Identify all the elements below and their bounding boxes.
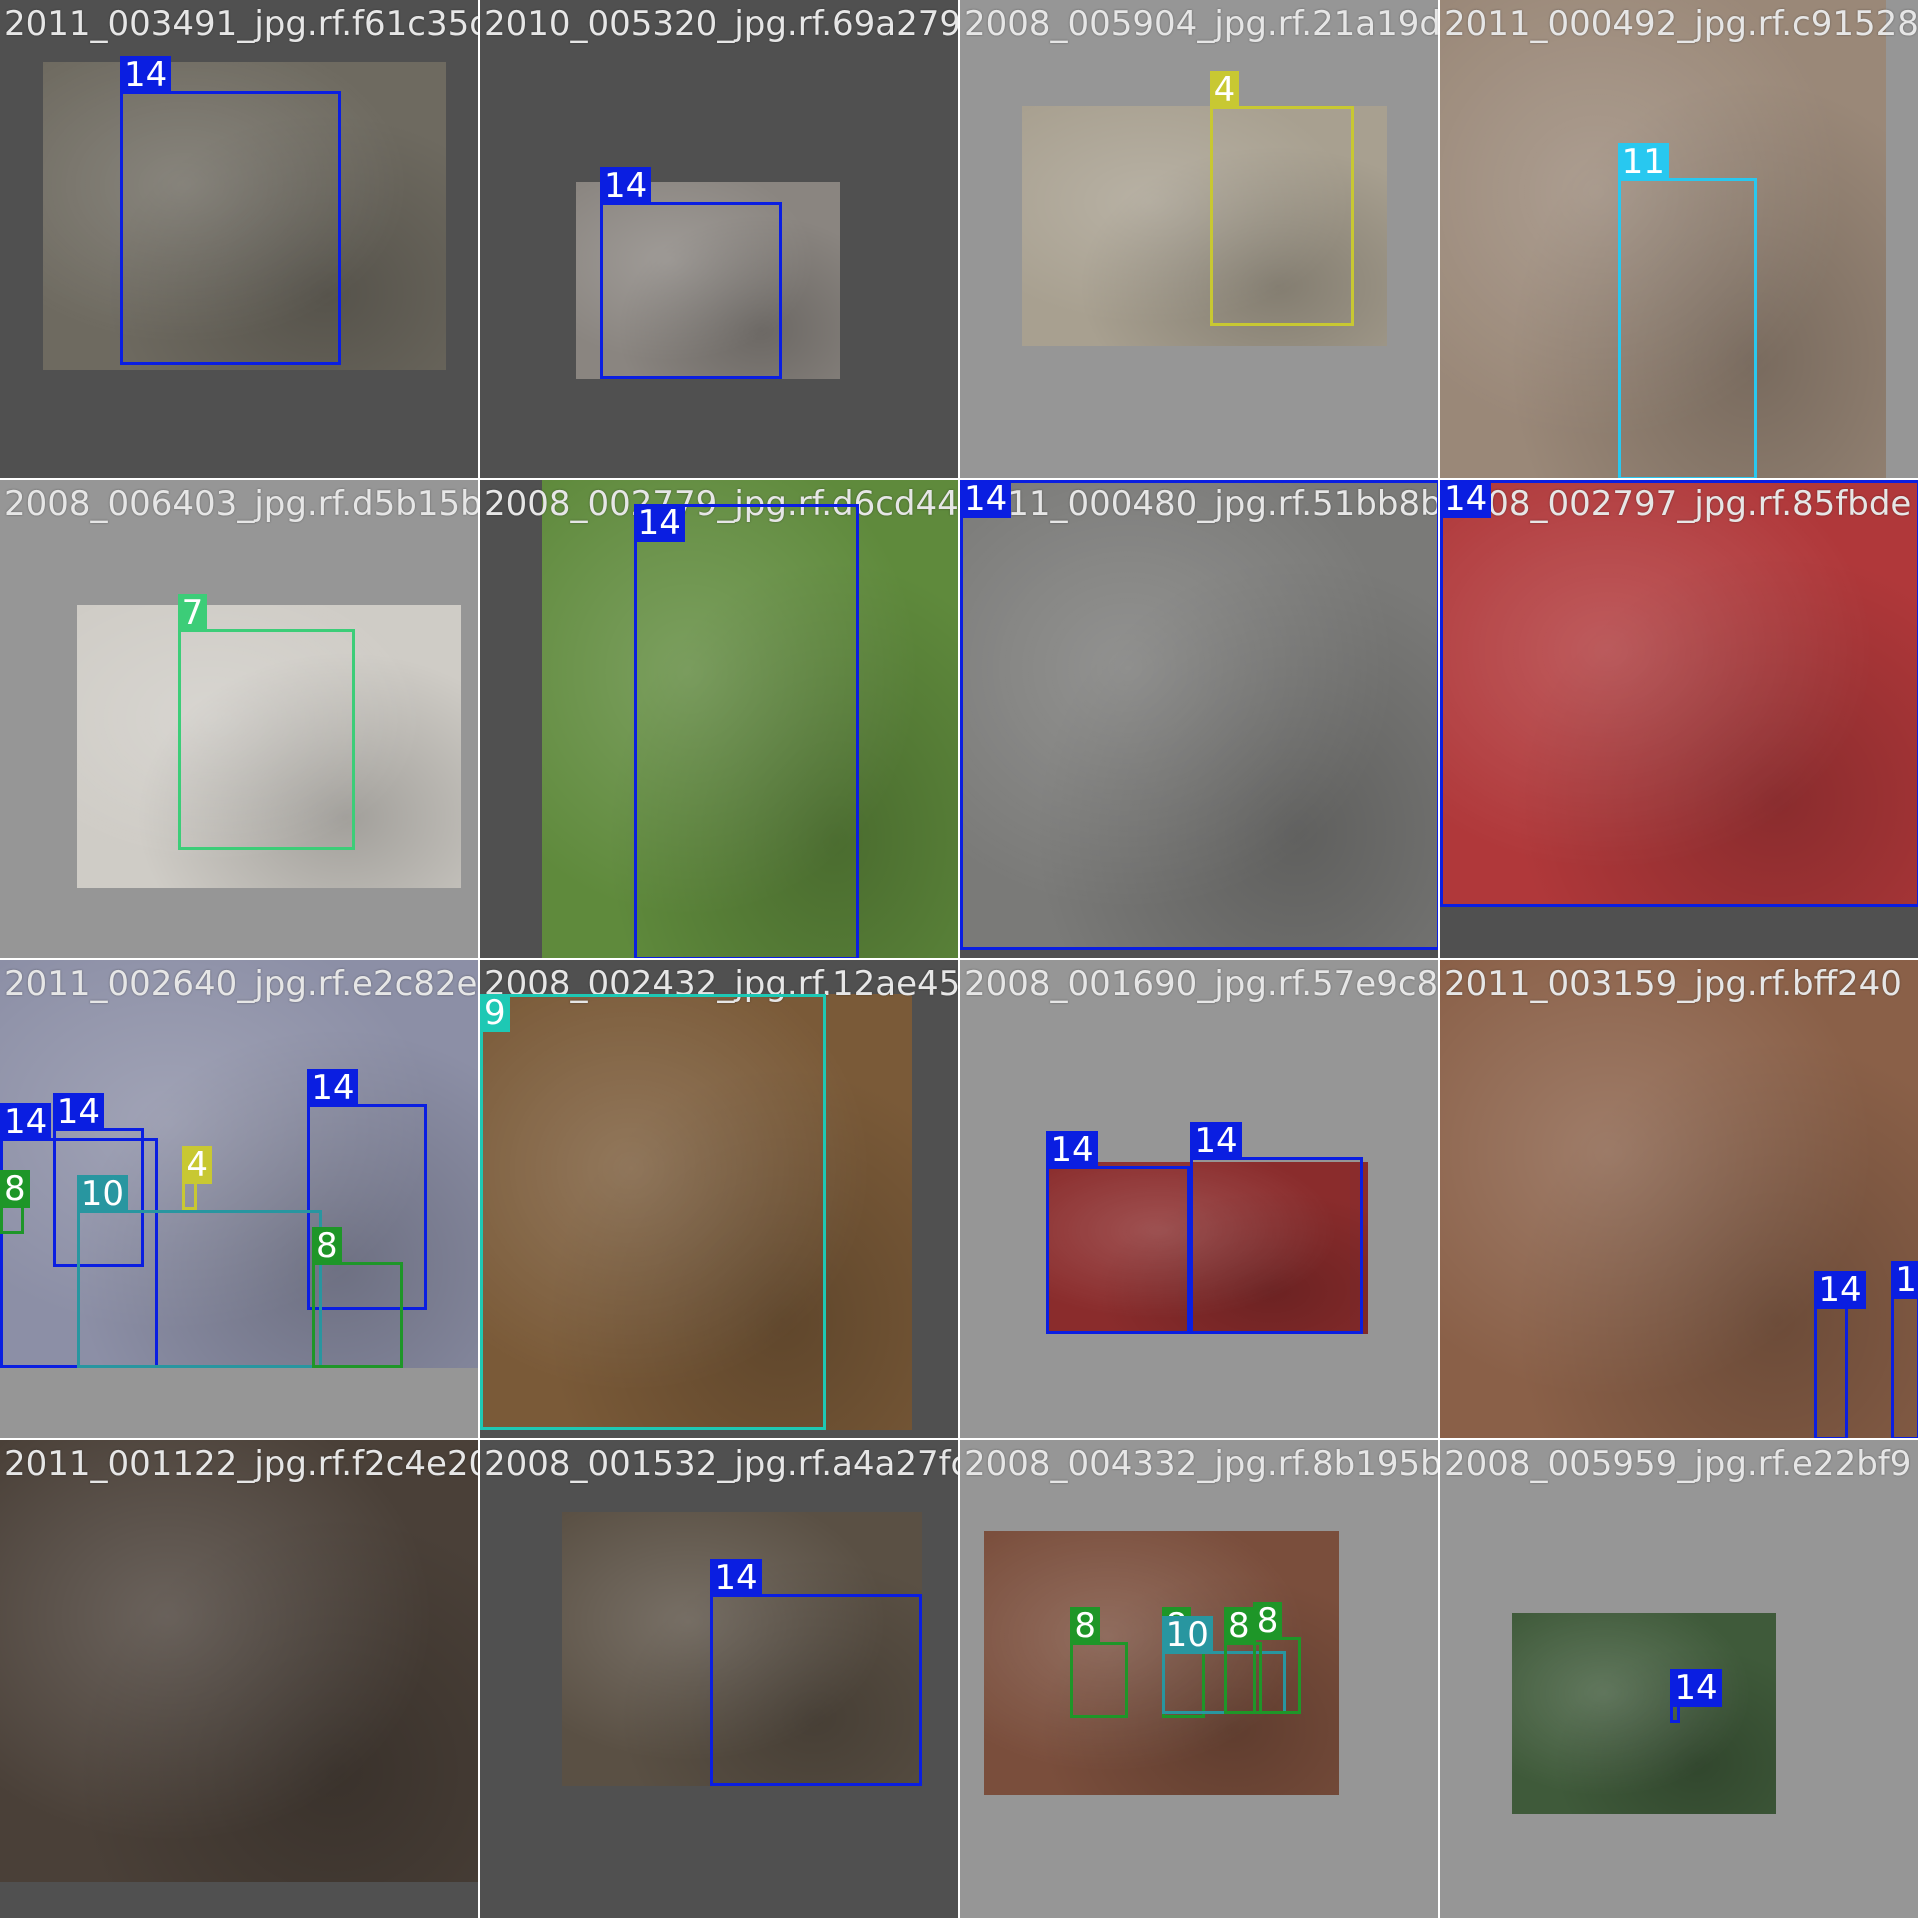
detection-box: 8 [1252,1601,1301,1714]
mosaic-tile: 2011_000492_jpg.rf.c91528 11 [1440,0,1920,480]
detection-box: 14 [633,504,860,958]
detection-class-label: 8 [312,1227,342,1266]
detection-box: 11 [1617,142,1757,478]
detection-box: 14 [600,166,783,380]
detection-box: 14 [1891,1261,1918,1438]
detection-class-label: 7 [177,593,208,632]
mosaic-tile: 2011_003491_jpg.rf.f61c35d 14 [0,0,480,480]
detection-box: 14 [960,480,1438,951]
detection-class-label: 14 [1440,480,1492,518]
detection-box: 8 [0,1169,30,1234]
tile-filename: 2011_001122_jpg.rf.f2c4e20 [4,1444,480,1484]
mosaic-tile: 2011_002640_jpg.rf.e2c82e 14 14 14 4 10 8 8 [0,960,480,1440]
detection-box: 7 [177,593,356,850]
detection-box: 14 [1190,1121,1364,1335]
tile-filename: 2008_004332_jpg.rf.8b195b [964,1444,1440,1484]
mosaic-tile: 2008_005904_jpg.rf.21a19d 4 [960,0,1440,480]
mosaic-tile: 2008_001532_jpg.rf.a4a27fc 14 [480,1440,960,1920]
detection-class-label: 14 [600,166,652,205]
detection-box: 14 [1670,1669,1722,1724]
detection-class-label: 10 [76,1174,129,1213]
mosaic-tile: 2008_002797_jpg.rf.85fbde 14 [1440,480,1920,960]
detection-class-label: 8 [1070,1606,1101,1645]
detection-box: 14 [1046,1131,1191,1335]
mosaic-tile: 2011_001122_jpg.rf.f2c4e20 [0,1440,480,1920]
detection-box: 9 [480,993,826,1431]
detection-class-label: 8 [0,1169,30,1208]
detection-class-label: 14 [0,1102,52,1141]
tile-filename: 2008_005904_jpg.rf.21a19d [964,4,1440,44]
detection-box: 8 [1070,1606,1128,1719]
detection-class-label: 14 [1046,1131,1098,1170]
tile-photo [0,1440,478,1882]
detection-class-label: 14 [710,1558,762,1597]
detection-class-label: 14 [120,56,172,95]
tile-photo [1440,960,1918,1438]
mosaic-tile: 2011_000480_jpg.rf.51bb8b 14 [960,480,1440,960]
mosaic-tile: 2008_004332_jpg.rf.8b195b881088 [960,1440,1440,1920]
tile-filename: 2008_001532_jpg.rf.a4a27fc [484,1444,960,1484]
tile-filename: 2008_006403_jpg.rf.d5b15b [4,484,480,524]
detection-class-label: 14 [633,504,685,542]
mosaic-tile: 2008_006403_jpg.rf.d5b15b 7 [0,480,480,960]
mosaic-tile: 2008_002779_jpg.rf.d6cd44 14 [480,480,960,960]
mosaic-grid: 2011_003491_jpg.rf.f61c35d 14 2010_005320_… [0,0,1920,1920]
detection-class-label: 14 [52,1093,105,1131]
tile-filename: 2011_003491_jpg.rf.f61c35d [4,4,480,44]
detection-box: 4 [1209,70,1354,327]
mosaic-tile: 2008_005959_jpg.rf.e22bf9 14 [1440,1440,1920,1920]
tile-filename: 2008_005959_jpg.rf.e22bf9 [1444,1444,1912,1484]
tile-filename: 2011_003159_jpg.rf.bff240 [1444,964,1902,1004]
tile-filename: 2011_000492_jpg.rf.c91528 [1444,4,1919,44]
detection-class-label: 8 [1252,1601,1283,1640]
detection-class-label: 14 [960,480,1012,518]
detection-class-label: 14 [1670,1669,1722,1707]
detection-class-label: 9 [480,993,510,1032]
detection-box: 4 [182,1145,213,1210]
detection-box: 14 [710,1558,922,1786]
detection-class-label: 14 [1891,1261,1918,1299]
mosaic-tile: 2008_002432_jpg.rf.12ae45 9 [480,960,960,1440]
tile-filename: 2010_005320_jpg.rf.69a2794 [484,4,960,44]
mosaic-tile: 2010_005320_jpg.rf.69a2794 14 [480,0,960,480]
detection-box: 8 [312,1227,404,1368]
tile-filename: 2008_001690_jpg.rf.57e9c8 [964,964,1439,1004]
detection-class-label: 8 [1224,1606,1254,1645]
tile-photo [1512,1612,1776,1815]
detection-box: 14 [1814,1270,1866,1438]
detection-box: 14 [120,56,341,365]
detection-class-label: 14 [1814,1270,1866,1309]
mosaic-tile: 2011_003159_jpg.rf.bff240 14 14 [1440,960,1920,1440]
mosaic-tile: 2008_001690_jpg.rf.57e9c8 14 14 [960,960,1440,1440]
tile-filename: 2011_002640_jpg.rf.e2c82e [4,964,478,1004]
detection-class-label: 4 [182,1145,213,1184]
detection-class-label: 14 [1190,1121,1242,1160]
detection-box: 10 [76,1174,322,1368]
detection-class-label: 10 [1161,1616,1213,1655]
detection-class-label: 4 [1209,70,1240,109]
detection-class-label: 11 [1617,142,1669,181]
detection-class-label: 14 [307,1069,359,1107]
detection-box: 14 [1440,480,1918,908]
